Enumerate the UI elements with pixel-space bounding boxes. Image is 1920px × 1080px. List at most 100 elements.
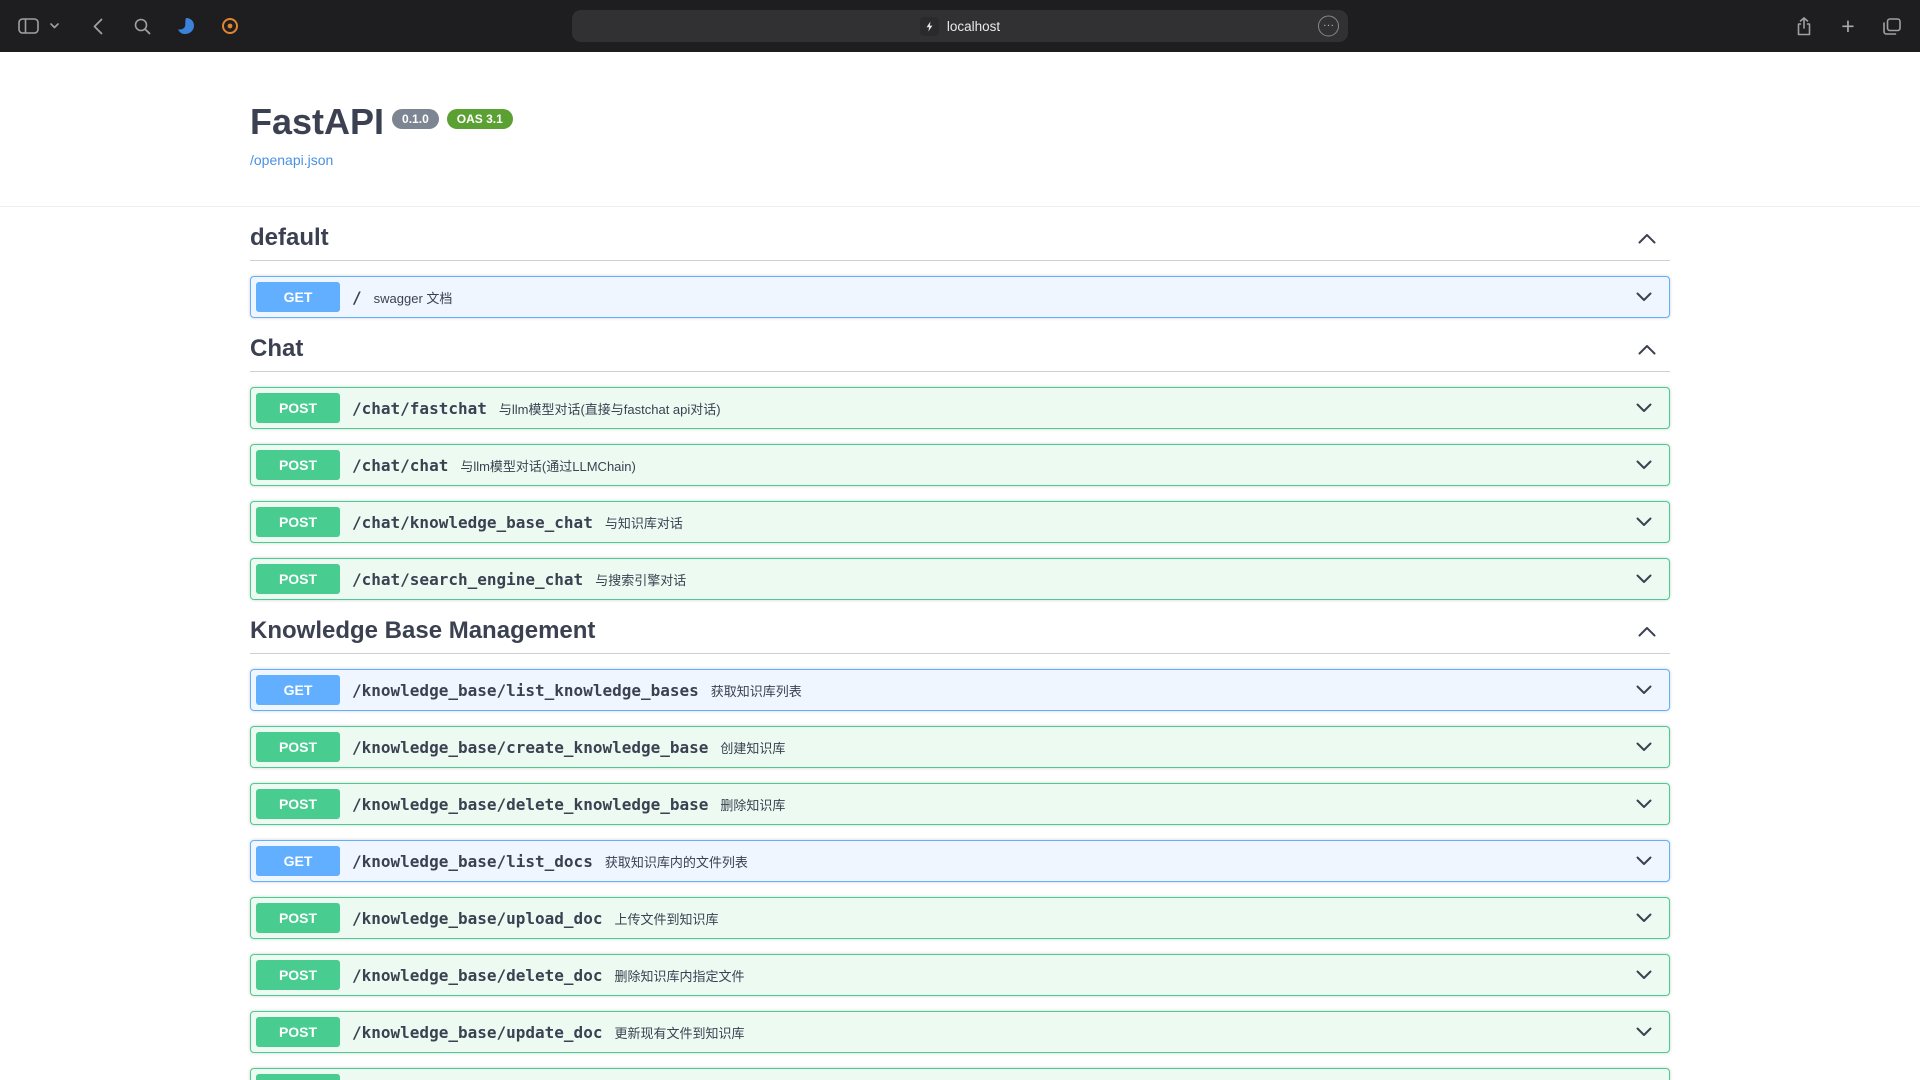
section-title: Chat <box>250 335 303 363</box>
expand-operation-chevron-down-icon[interactable] <box>1636 517 1652 527</box>
section-title: default <box>250 224 329 252</box>
page-settings-ellipsis-icon[interactable]: ··· <box>1318 16 1339 37</box>
operation-row[interactable]: GET /knowledge_base/list_knowledge_bases… <box>250 669 1670 711</box>
operation-row[interactable]: POST /chat/fastchat 与llm模型对话(直接与fastchat… <box>250 387 1670 429</box>
operation-path: /knowledge_base/list_knowledge_bases <box>352 681 699 700</box>
expand-operation-chevron-down-icon[interactable] <box>1636 913 1652 923</box>
operation-summary: GET / swagger 文档 <box>251 277 1669 317</box>
operation-description: 创建知识库 <box>720 738 1636 757</box>
expand-operation-chevron-down-icon[interactable] <box>1636 799 1652 809</box>
expand-operation-chevron-down-icon[interactable] <box>1636 685 1652 695</box>
site-favicon-bolt-icon <box>920 17 939 36</box>
operations-list: GET /knowledge_base/list_knowledge_bases… <box>250 669 1670 1080</box>
operation-path: /chat/chat <box>352 456 448 475</box>
expand-operation-chevron-down-icon[interactable] <box>1636 403 1652 413</box>
operation-summary: POST /knowledge_base/delete_knowledge_ba… <box>251 784 1669 824</box>
openapi-json-link[interactable]: /openapi.json <box>250 152 333 168</box>
version-badge: 0.1.0 <box>392 109 439 129</box>
api-tag-section: Knowledge Base Management GET /knowledge… <box>250 617 1670 1080</box>
method-badge: GET <box>256 846 340 876</box>
operation-row[interactable]: POST /knowledge_base/recreate_vector_sto… <box>250 1068 1670 1080</box>
expand-operation-chevron-down-icon[interactable] <box>1636 460 1652 470</box>
collapse-section-chevron-up-icon[interactable] <box>1638 626 1656 637</box>
operation-path: /chat/search_engine_chat <box>352 570 583 589</box>
page-title: FastAPI 0.1.0 OAS 3.1 <box>250 102 1670 142</box>
operation-summary: POST /knowledge_base/recreate_vector_sto… <box>251 1069 1669 1080</box>
operation-row[interactable]: POST /chat/knowledge_base_chat 与知识库对话 <box>250 501 1670 543</box>
operation-summary: POST /chat/fastchat 与llm模型对话(直接与fastchat… <box>251 388 1669 428</box>
operation-row[interactable]: POST /knowledge_base/delete_doc 删除知识库内指定… <box>250 954 1670 996</box>
method-badge: POST <box>256 1017 340 1047</box>
operation-row[interactable]: GET /knowledge_base/list_docs 获取知识库内的文件列… <box>250 840 1670 882</box>
share-icon[interactable] <box>1794 12 1814 40</box>
method-badge: GET <box>256 675 340 705</box>
operation-row[interactable]: POST /knowledge_base/update_doc 更新现有文件到知… <box>250 1011 1670 1053</box>
orange-extension-icon[interactable] <box>220 12 240 40</box>
swagger-page: FastAPI 0.1.0 OAS 3.1 /openapi.json defaul… <box>0 52 1920 1080</box>
section-header[interactable]: default <box>250 224 1670 261</box>
collapse-section-chevron-up-icon[interactable] <box>1638 344 1656 355</box>
operation-path: /knowledge_base/create_knowledge_base <box>352 738 708 757</box>
oas-badge: OAS 3.1 <box>447 109 513 129</box>
operation-description: 获取知识库内的文件列表 <box>605 852 1636 871</box>
operation-summary: GET /knowledge_base/list_docs 获取知识库内的文件列… <box>251 841 1669 881</box>
section-header[interactable]: Chat <box>250 335 1670 372</box>
blue-extension-icon[interactable] <box>176 12 196 40</box>
operation-description: swagger 文档 <box>374 288 1636 307</box>
operation-description: 删除知识库内指定文件 <box>614 966 1636 985</box>
browser-toolbar: localhost ··· + <box>0 0 1920 52</box>
method-badge: GET <box>256 282 340 312</box>
operation-row[interactable]: POST /knowledge_base/create_knowledge_ba… <box>250 726 1670 768</box>
operations-list: GET / swagger 文档 <box>250 276 1670 318</box>
operation-row[interactable]: GET / swagger 文档 <box>250 276 1670 318</box>
tab-overview-icon[interactable] <box>1882 12 1902 40</box>
url-text: localhost <box>947 19 1000 34</box>
operation-description: 与搜索引擎对话 <box>595 570 1636 589</box>
api-title-text: FastAPI <box>250 101 384 142</box>
operations-list: POST /chat/fastchat 与llm模型对话(直接与fastchat… <box>250 387 1670 600</box>
operation-row[interactable]: POST /chat/search_engine_chat 与搜索引擎对话 <box>250 558 1670 600</box>
expand-operation-chevron-down-icon[interactable] <box>1636 856 1652 866</box>
method-badge: POST <box>256 507 340 537</box>
sections-container: default GET / swagger 文档 Chat <box>230 224 1690 1080</box>
expand-operation-chevron-down-icon[interactable] <box>1636 574 1652 584</box>
search-icon[interactable] <box>132 12 152 40</box>
method-badge: POST <box>256 450 340 480</box>
section-header[interactable]: Knowledge Base Management <box>250 617 1670 654</box>
operation-summary: POST /chat/search_engine_chat 与搜索引擎对话 <box>251 559 1669 599</box>
operation-row[interactable]: POST /knowledge_base/delete_knowledge_ba… <box>250 783 1670 825</box>
operation-path: /knowledge_base/delete_knowledge_base <box>352 795 708 814</box>
back-icon[interactable] <box>88 12 108 40</box>
sidebar-toggle-icon[interactable] <box>18 12 39 40</box>
operation-description: 删除知识库 <box>720 795 1636 814</box>
operation-row[interactable]: POST /chat/chat 与llm模型对话(通过LLMChain) <box>250 444 1670 486</box>
operation-row[interactable]: POST /knowledge_base/upload_doc 上传文件到知识库 <box>250 897 1670 939</box>
operation-path: /chat/knowledge_base_chat <box>352 513 593 532</box>
url-bar[interactable]: localhost ··· <box>572 10 1348 42</box>
expand-operation-chevron-down-icon[interactable] <box>1636 1027 1652 1037</box>
operation-summary: POST /knowledge_base/create_knowledge_ba… <box>251 727 1669 767</box>
sidebar-chevron-down-icon[interactable] <box>44 12 64 40</box>
expand-operation-chevron-down-icon[interactable] <box>1636 292 1652 302</box>
operation-summary: POST /knowledge_base/upload_doc 上传文件到知识库 <box>251 898 1669 938</box>
method-badge: POST <box>256 903 340 933</box>
expand-operation-chevron-down-icon[interactable] <box>1636 742 1652 752</box>
method-badge: POST <box>256 732 340 762</box>
operation-description: 与知识库对话 <box>605 513 1636 532</box>
api-tag-section: Chat POST /chat/fastchat 与llm模型对话(直接与fas… <box>250 335 1670 600</box>
toolbar-left <box>18 12 240 40</box>
method-badge: POST <box>256 393 340 423</box>
collapse-section-chevron-up-icon[interactable] <box>1638 233 1656 244</box>
operation-description: 与llm模型对话(通过LLMChain) <box>460 456 1636 475</box>
expand-operation-chevron-down-icon[interactable] <box>1636 970 1652 980</box>
section-title: Knowledge Base Management <box>250 617 595 645</box>
operation-path: /knowledge_base/delete_doc <box>352 966 602 985</box>
api-info: FastAPI 0.1.0 OAS 3.1 /openapi.json <box>250 102 1670 170</box>
operation-summary: POST /knowledge_base/update_doc 更新现有文件到知… <box>251 1012 1669 1052</box>
operation-path: /knowledge_base/list_docs <box>352 852 593 871</box>
new-tab-plus-icon[interactable]: + <box>1838 12 1858 40</box>
operation-summary: POST /chat/chat 与llm模型对话(通过LLMChain) <box>251 445 1669 485</box>
method-badge: POST <box>256 564 340 594</box>
method-badge: POST <box>256 789 340 819</box>
api-tag-section: default GET / swagger 文档 <box>250 224 1670 318</box>
